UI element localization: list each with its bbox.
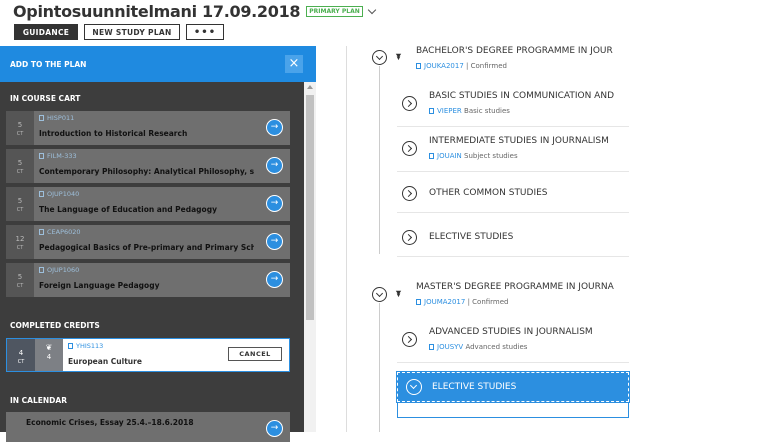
tree-line xyxy=(379,66,380,254)
document-icon xyxy=(68,343,73,349)
course-name: Foreign Language Pedagogy xyxy=(39,281,160,290)
completed-course-item[interactable]: 4 CT ❦ 4 YHIS113 European Culture CANCEL xyxy=(6,338,290,372)
timeline-line xyxy=(346,46,347,432)
add-to-plan-icon[interactable]: → xyxy=(266,119,283,136)
study-plan-tree: BACHELOR'S DEGREE PROGRAMME IN JOUR JOUK… xyxy=(316,46,768,432)
sidebar-header: ADD TO THE PLAN × xyxy=(0,46,316,82)
cart-course-item[interactable]: 12 CT CEAP6020 Pedagogical Basics of Pre-… xyxy=(6,225,290,259)
module-code: VIEPER Basic studies xyxy=(429,107,510,115)
document-icon xyxy=(39,229,44,235)
master-programme-title[interactable]: MASTER'S DEGREE PROGRAMME IN JOURNA xyxy=(416,282,620,292)
module-title[interactable]: INTERMEDIATE STUDIES IN JOURNALISM xyxy=(429,136,619,146)
drop-zone[interactable] xyxy=(397,402,629,418)
close-sidebar-button[interactable]: × xyxy=(285,55,303,73)
scrollbar-thumb[interactable] xyxy=(306,95,314,320)
plan-menu-chevron-down-icon[interactable] xyxy=(367,5,376,14)
expand-toggle[interactable] xyxy=(402,141,417,156)
course-name: Introduction to Historical Research xyxy=(39,129,188,138)
course-name: Contemporary Philosophy: Analytical Phil… xyxy=(39,167,254,176)
cancel-button[interactable]: CANCEL xyxy=(228,347,282,361)
module-title[interactable]: BASIC STUDIES IN COMMUNICATION AND xyxy=(429,91,619,101)
expand-toggle[interactable] xyxy=(402,96,417,111)
pin-icon xyxy=(395,290,402,298)
course-name: The Language of Education and Pedagogy xyxy=(39,205,217,214)
primary-plan-badge: PRIMARY PLAN xyxy=(306,6,363,17)
expand-toggle[interactable] xyxy=(402,230,417,245)
header-buttons: GUIDANCE NEW STUDY PLAN ••• xyxy=(14,24,224,40)
document-icon xyxy=(39,153,44,159)
add-to-plan-icon[interactable]: → xyxy=(266,157,283,174)
master-collapse-toggle[interactable] xyxy=(372,287,387,302)
sidebar-scrollbar[interactable] xyxy=(304,82,316,432)
course-code: OJUP1040 xyxy=(39,190,79,198)
course-credits: 5 CT xyxy=(6,263,34,297)
bachelor-programme-code: JOUKA2017 | Confirmed xyxy=(416,62,507,70)
document-icon xyxy=(429,108,434,114)
document-icon xyxy=(39,267,44,273)
scroll-up-arrow-icon[interactable] xyxy=(307,85,313,89)
module-code: JOUSYV Advanced studies xyxy=(429,343,527,351)
document-icon xyxy=(416,63,421,69)
add-to-plan-icon[interactable]: → xyxy=(266,233,283,250)
pin-icon xyxy=(395,53,402,61)
course-code: FILM-333 xyxy=(39,152,77,160)
cart-course-item[interactable]: 5 CT OJUP1040 The Language of Education a… xyxy=(6,187,290,221)
in-calendar-label: IN CALENDAR xyxy=(10,396,67,405)
cart-course-item[interactable]: 5 CT OJUP1060 Foreign Language Pedagogy → xyxy=(6,263,290,297)
module-code: JOUAIN Subject studies xyxy=(429,152,518,160)
module-title[interactable]: OTHER COMMON STUDIES xyxy=(429,188,619,198)
course-credits: 5 CT xyxy=(6,111,34,145)
module-title[interactable]: ELECTIVE STUDIES xyxy=(429,232,619,242)
sidebar-title: ADD TO THE PLAN xyxy=(10,60,87,69)
course-credits: 5 CT xyxy=(6,149,34,183)
cart-course-item[interactable]: 5 CT FILM-333 Contemporary Philosophy: An… xyxy=(6,149,290,183)
selected-elective-studies-module[interactable]: ELECTIVE STUDIES xyxy=(396,371,630,403)
add-to-plan-icon[interactable]: → xyxy=(266,271,283,288)
bachelor-programme-title[interactable]: BACHELOR'S DEGREE PROGRAMME IN JOUR xyxy=(416,46,620,56)
course-credits: 12 CT xyxy=(6,225,34,259)
document-icon xyxy=(429,153,434,159)
cart-course-item[interactable]: 5 CT HISP011 Introduction to Historical R… xyxy=(6,111,290,145)
add-to-plan-sidebar: ADD TO THE PLAN × IN COURSE CART 5 CT HIS… xyxy=(0,46,316,442)
document-icon xyxy=(39,115,44,121)
course-grade: ❦ 4 xyxy=(35,339,63,371)
course-code: OJUP1060 xyxy=(39,266,79,274)
collapse-toggle-icon[interactable] xyxy=(406,379,422,395)
course-name: European Culture xyxy=(68,357,142,366)
new-study-plan-button[interactable]: NEW STUDY PLAN xyxy=(84,24,180,40)
add-to-plan-icon[interactable]: → xyxy=(266,195,283,212)
expand-toggle[interactable] xyxy=(402,186,417,201)
master-programme-code: JOUMA2017 | Confirmed xyxy=(416,298,509,306)
page-title: Opintosuunnitelmani 17.09.2018 xyxy=(13,2,301,21)
document-icon xyxy=(39,191,44,197)
calendar-item-name: Economic Crises, Essay 25.4.–18.6.2018 xyxy=(26,418,194,427)
course-code: YHIS113 xyxy=(68,342,103,350)
document-icon xyxy=(416,299,421,305)
guidance-button[interactable]: GUIDANCE xyxy=(14,24,78,40)
course-credits: 4 CT xyxy=(7,339,35,371)
module-title: ELECTIVE STUDIES xyxy=(432,382,517,392)
completed-credits-label: COMPLETED CREDITS xyxy=(10,321,100,330)
document-icon xyxy=(429,344,434,350)
course-credits: 5 CT xyxy=(6,187,34,221)
expand-toggle[interactable] xyxy=(402,332,417,347)
add-to-plan-icon[interactable]: → xyxy=(266,420,283,437)
course-code: HISP011 xyxy=(39,114,74,122)
page-header: Opintosuunnitelmani 17.09.2018 PRIMARY P… xyxy=(0,0,768,46)
bachelor-collapse-toggle[interactable] xyxy=(372,50,387,65)
more-options-button[interactable]: ••• xyxy=(186,24,224,40)
course-name: Pedagogical Basics of Pre-primary and Pr… xyxy=(39,243,254,252)
calendar-item[interactable]: Economic Crises, Essay 25.4.–18.6.2018 → xyxy=(6,412,290,442)
module-title[interactable]: ADVANCED STUDIES IN JOURNALISM xyxy=(429,327,619,337)
course-code: CEAP6020 xyxy=(39,228,81,236)
laurel-icon: ❦ xyxy=(45,343,53,352)
course-cart-label: IN COURSE CART xyxy=(10,94,81,103)
title-row: Opintosuunnitelmani 17.09.2018 PRIMARY P… xyxy=(13,2,376,21)
tree-line xyxy=(379,303,380,432)
